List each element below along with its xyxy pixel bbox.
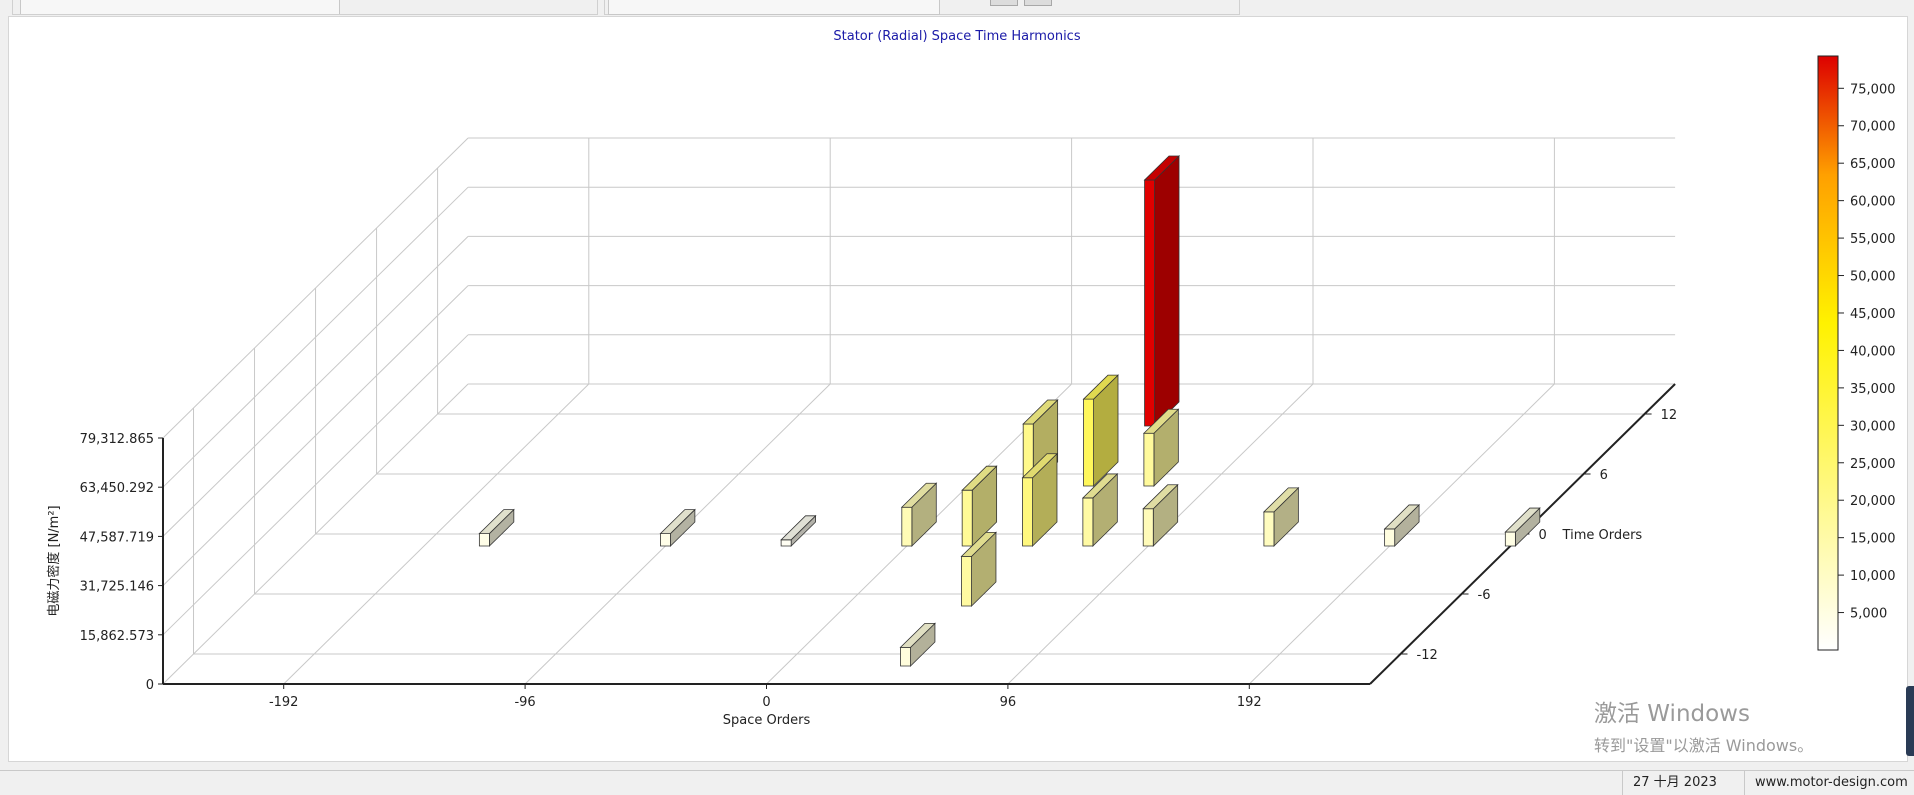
x-tick-label: 0 [762,695,770,710]
harmonic-bar [478,508,515,547]
chart-title: Stator (Radial) Space Time Harmonics [833,29,1080,44]
colorbar-tick-label: 55,000 [1850,232,1896,247]
bar-front-face [901,506,913,547]
y-tick-label: -12 [1417,648,1438,663]
colorbar-tick-label: 15,000 [1850,532,1896,547]
watermark-line2: 转到"设置"以激活 Windows。 [1594,736,1814,755]
y-axis-title: Time Orders [1562,528,1643,543]
chart-grid [162,137,1676,685]
x-tick-label: -192 [269,695,299,710]
harmonic-bar [1143,155,1181,427]
y-tick-label: 12 [1661,408,1678,423]
x-axis-title: Space Orders [723,713,811,728]
colorbar-tick-label: 25,000 [1850,457,1896,472]
bar-front-face [1142,508,1154,547]
z-tick-label: 79,312.865 [80,432,154,447]
colorbar-tick-label: 65,000 [1850,157,1896,172]
colorbar-tick-label: 30,000 [1850,419,1896,434]
bar-front-face [780,539,792,547]
harmonic-bar [1082,374,1119,487]
colorbar: 5,000 10,000 15,000 20,000 25,000 30,000 35,00… [1817,55,1896,651]
bar-front-face [1384,528,1396,547]
status-website: www.motor-design.com [1744,771,1914,795]
harmonic-bar [1262,486,1300,547]
status-bar: 27 十月 2023 www.motor-design.com [0,770,1914,795]
bar-front-face [660,533,671,547]
y-tick-label: 6 [1600,468,1608,483]
harmonic-bar [1504,507,1541,547]
colorbar-tick-label: 10,000 [1850,569,1896,584]
bar-front-face [961,555,972,607]
harmonics-3d-chart: -192 -96 0 96 192 -12 -6 0 6 12 0 15,862.573 31,725.… [46,29,1896,728]
bar-front-face [478,533,490,547]
harmonic-bar [1383,503,1421,547]
harmonic-bar [659,508,696,547]
harmonic-bar [899,622,936,667]
z-tick-label: 15,862.573 [80,629,154,644]
colorbar-tick-label: 20,000 [1850,494,1896,509]
bar-front-face [1263,511,1275,547]
colorbar-tick-label: 5,000 [1850,607,1887,622]
bar-side-face [1154,155,1180,427]
y-tick-label: 0 [1539,528,1547,543]
colorbar-tick-label: 35,000 [1850,382,1896,397]
activate-windows-watermark: 激活 Windows 转到"设置"以激活 Windows。 [1594,694,1813,756]
z-tick-label: 31,725.146 [80,580,154,595]
side-panel-handle[interactable] [1906,686,1914,756]
bar-front-face [900,646,911,667]
z-tick-label: 0 [146,678,154,693]
bar-front-face [1144,179,1156,427]
harmonic-bar [900,482,938,547]
chart-bars [478,155,1541,667]
harmonic-bar [780,514,817,547]
colorbar-tick-label: 70,000 [1850,120,1896,135]
watermark-line1: 激活 Windows [1594,701,1750,727]
y-tick-label: -6 [1478,588,1491,603]
bar-front-face [1022,477,1033,547]
colorbar-tick-label: 50,000 [1850,270,1896,285]
colorbar-tick-label: 75,000 [1850,82,1896,97]
bar-front-face [961,489,973,547]
bar-front-face [1504,531,1516,547]
z-tick-label: 47,587.719 [80,530,154,545]
x-tick-label: -96 [514,695,535,710]
bar-front-face [1083,398,1094,487]
bar-front-face [1143,432,1155,487]
colorbar-tick-label: 60,000 [1850,195,1896,210]
colorbar-tick-label: 40,000 [1850,344,1896,359]
z-axis-title: 电磁力密度 [N/m²] [46,505,62,616]
colorbar-tick-label: 45,000 [1850,307,1896,322]
x-tick-label: 96 [1000,695,1017,710]
harmonic-bar [1142,483,1179,547]
status-date: 27 十月 2023 [1622,771,1753,795]
x-tick-label: 192 [1237,695,1262,710]
z-tick-label: 63,450.292 [80,481,154,496]
colorbar-gradient [1817,55,1839,651]
bar-front-face [1082,497,1094,547]
